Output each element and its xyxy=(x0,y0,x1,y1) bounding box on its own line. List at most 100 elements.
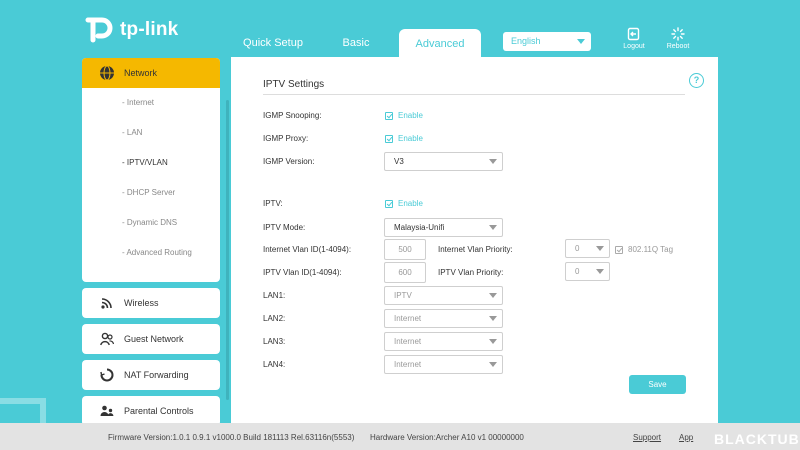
igmp-proxy-checkbox[interactable]: Enable xyxy=(385,134,423,143)
sidebar-item-guest-network[interactable]: Guest Network xyxy=(82,324,220,354)
iptv-settings-panel: IPTV Settings ? IGMP Snooping: Enable IG… xyxy=(231,57,718,423)
sidebar-item-network[interactable]: Network xyxy=(82,58,220,88)
chevron-down-icon xyxy=(489,159,497,164)
checkbox-checked-icon xyxy=(385,199,393,208)
sidebar-item-network-label: Network xyxy=(124,68,158,78)
igmp-snooping-label: IGMP Snooping: xyxy=(263,111,322,120)
sidebar-item-parental-controls[interactable]: Parental Controls xyxy=(82,396,220,426)
internet-vlan-priority-label: Internet Vlan Priority: xyxy=(438,245,513,254)
logout-label: Logout xyxy=(623,43,645,50)
igmp-proxy-enable-label: Enable xyxy=(398,134,423,143)
iptv-enable-checkbox[interactable]: Enable xyxy=(385,199,423,208)
lan4-select[interactable]: Internet xyxy=(384,355,503,374)
sidebar-subitem-dynamic-dns[interactable]: - Dynamic DNS xyxy=(82,208,220,238)
reboot-icon xyxy=(671,27,685,41)
sidebar-subitem-internet[interactable]: - Internet xyxy=(82,88,220,118)
tag-8021q-checkbox[interactable]: 802.11Q Tag xyxy=(615,245,673,254)
chevron-down-icon xyxy=(489,362,497,367)
chevron-down-icon xyxy=(489,339,497,344)
iptv-mode-value: Malaysia-Unifi xyxy=(394,223,445,232)
lan2-value: Internet xyxy=(394,314,422,323)
igmp-version-label: IGMP Version: xyxy=(263,157,315,166)
title-divider xyxy=(263,94,685,95)
chevron-down-icon xyxy=(596,246,604,251)
tp-link-logo-icon xyxy=(85,17,113,43)
page-title: IPTV Settings xyxy=(263,79,325,90)
lan3-label: LAN3: xyxy=(263,337,286,346)
sidebar-subitem-dhcp-server[interactable]: - DHCP Server xyxy=(82,178,220,208)
support-link[interactable]: Support xyxy=(633,433,661,442)
checkbox-checked-icon xyxy=(385,111,393,120)
sidebar-scrollbar[interactable] xyxy=(226,100,229,400)
checkbox-checked-icon xyxy=(385,134,393,143)
language-value: English xyxy=(511,36,541,46)
reboot-label: Reboot xyxy=(666,43,690,50)
tab-advanced[interactable]: Advanced xyxy=(399,29,481,57)
iptv-mode-select[interactable]: Malaysia-Unifi xyxy=(384,218,503,237)
help-icon[interactable]: ? xyxy=(689,73,704,88)
lan4-value: Internet xyxy=(394,360,422,369)
sidebar-group-network: Network - Internet - LAN - IPTV/VLAN - D… xyxy=(82,58,220,282)
globe-icon xyxy=(100,65,114,81)
users-icon xyxy=(99,331,115,347)
chevron-down-icon xyxy=(596,269,604,274)
igmp-version-select[interactable]: V3 xyxy=(384,152,503,171)
app-link[interactable]: App xyxy=(679,433,693,442)
logout-button[interactable]: Logout xyxy=(614,27,654,50)
watermark: BLACKTUBI xyxy=(714,431,800,447)
iptv-vlan-priority-value: 0 xyxy=(575,267,580,276)
lan1-value: IPTV xyxy=(394,291,412,300)
igmp-proxy-label: IGMP Proxy: xyxy=(263,134,309,143)
sidebar-item-parental-controls-label: Parental Controls xyxy=(124,406,194,416)
chevron-down-icon xyxy=(489,225,497,230)
iptv-label: IPTV: xyxy=(263,199,283,208)
sidebar-subitem-lan[interactable]: - LAN xyxy=(82,118,220,148)
nat-icon xyxy=(99,367,115,383)
sidebar-subitem-advanced-routing[interactable]: - Advanced Routing xyxy=(82,238,220,268)
igmp-snooping-checkbox[interactable]: Enable xyxy=(385,111,423,120)
iptv-enable-label: Enable xyxy=(398,199,423,208)
hardware-version: Hardware Version:Archer A10 v1 00000000 xyxy=(370,433,524,442)
lan2-label: LAN2: xyxy=(263,314,286,323)
internet-vlan-priority-value: 0 xyxy=(575,244,580,253)
sidebar-item-wireless-label: Wireless xyxy=(124,298,159,308)
internet-vlan-id-input[interactable]: 500 xyxy=(384,239,426,260)
chevron-down-icon xyxy=(577,39,585,44)
brand-name: tp-link xyxy=(120,19,179,40)
iptv-vlan-priority-label: IPTV Vlan Priority: xyxy=(438,268,504,277)
chevron-down-icon xyxy=(489,293,497,298)
igmp-version-value: V3 xyxy=(394,157,404,166)
iptv-vlan-id-input[interactable]: 600 xyxy=(384,262,426,283)
sidebar-item-guest-network-label: Guest Network xyxy=(124,334,184,344)
save-button[interactable]: Save xyxy=(629,375,686,394)
parental-icon xyxy=(99,403,115,419)
lan4-label: LAN4: xyxy=(263,360,286,369)
lan1-select[interactable]: IPTV xyxy=(384,286,503,305)
wifi-icon xyxy=(99,295,115,311)
lan3-select[interactable]: Internet xyxy=(384,332,503,351)
sidebar-item-wireless[interactable]: Wireless xyxy=(82,288,220,318)
tab-basic[interactable]: Basic xyxy=(336,30,376,56)
language-select[interactable]: English xyxy=(503,32,591,51)
sidebar-subitem-iptv-vlan[interactable]: - IPTV/VLAN xyxy=(82,148,220,178)
igmp-snooping-enable-label: Enable xyxy=(398,111,423,120)
chevron-down-icon xyxy=(489,316,497,321)
internet-vlan-id-label: Internet Vlan ID(1-4094): xyxy=(263,245,352,254)
footer: Firmware Version:1.0.1 0.9.1 v1000.0 Bui… xyxy=(0,423,800,450)
internet-vlan-priority-select[interactable]: 0 xyxy=(565,239,610,258)
lan1-label: LAN1: xyxy=(263,291,286,300)
sidebar-item-nat-forwarding-label: NAT Forwarding xyxy=(124,370,189,380)
logout-icon xyxy=(627,27,640,41)
firmware-version: Firmware Version:1.0.1 0.9.1 v1000.0 Bui… xyxy=(108,433,355,442)
iptv-vlan-id-label: IPTV Vlan ID(1-4094): xyxy=(263,268,342,277)
iptv-vlan-priority-select[interactable]: 0 xyxy=(565,262,610,281)
sidebar-item-nat-forwarding[interactable]: NAT Forwarding xyxy=(82,360,220,390)
tp-link-logo: tp-link xyxy=(80,14,178,46)
lan2-select[interactable]: Internet xyxy=(384,309,503,328)
lan3-value: Internet xyxy=(394,337,422,346)
iptv-mode-label: IPTV Mode: xyxy=(263,223,306,232)
tag-8021q-label: 802.11Q Tag xyxy=(628,245,674,254)
tab-quick-setup[interactable]: Quick Setup xyxy=(238,30,308,56)
reboot-button[interactable]: Reboot xyxy=(658,27,698,50)
checkbox-checked-icon xyxy=(615,245,623,254)
